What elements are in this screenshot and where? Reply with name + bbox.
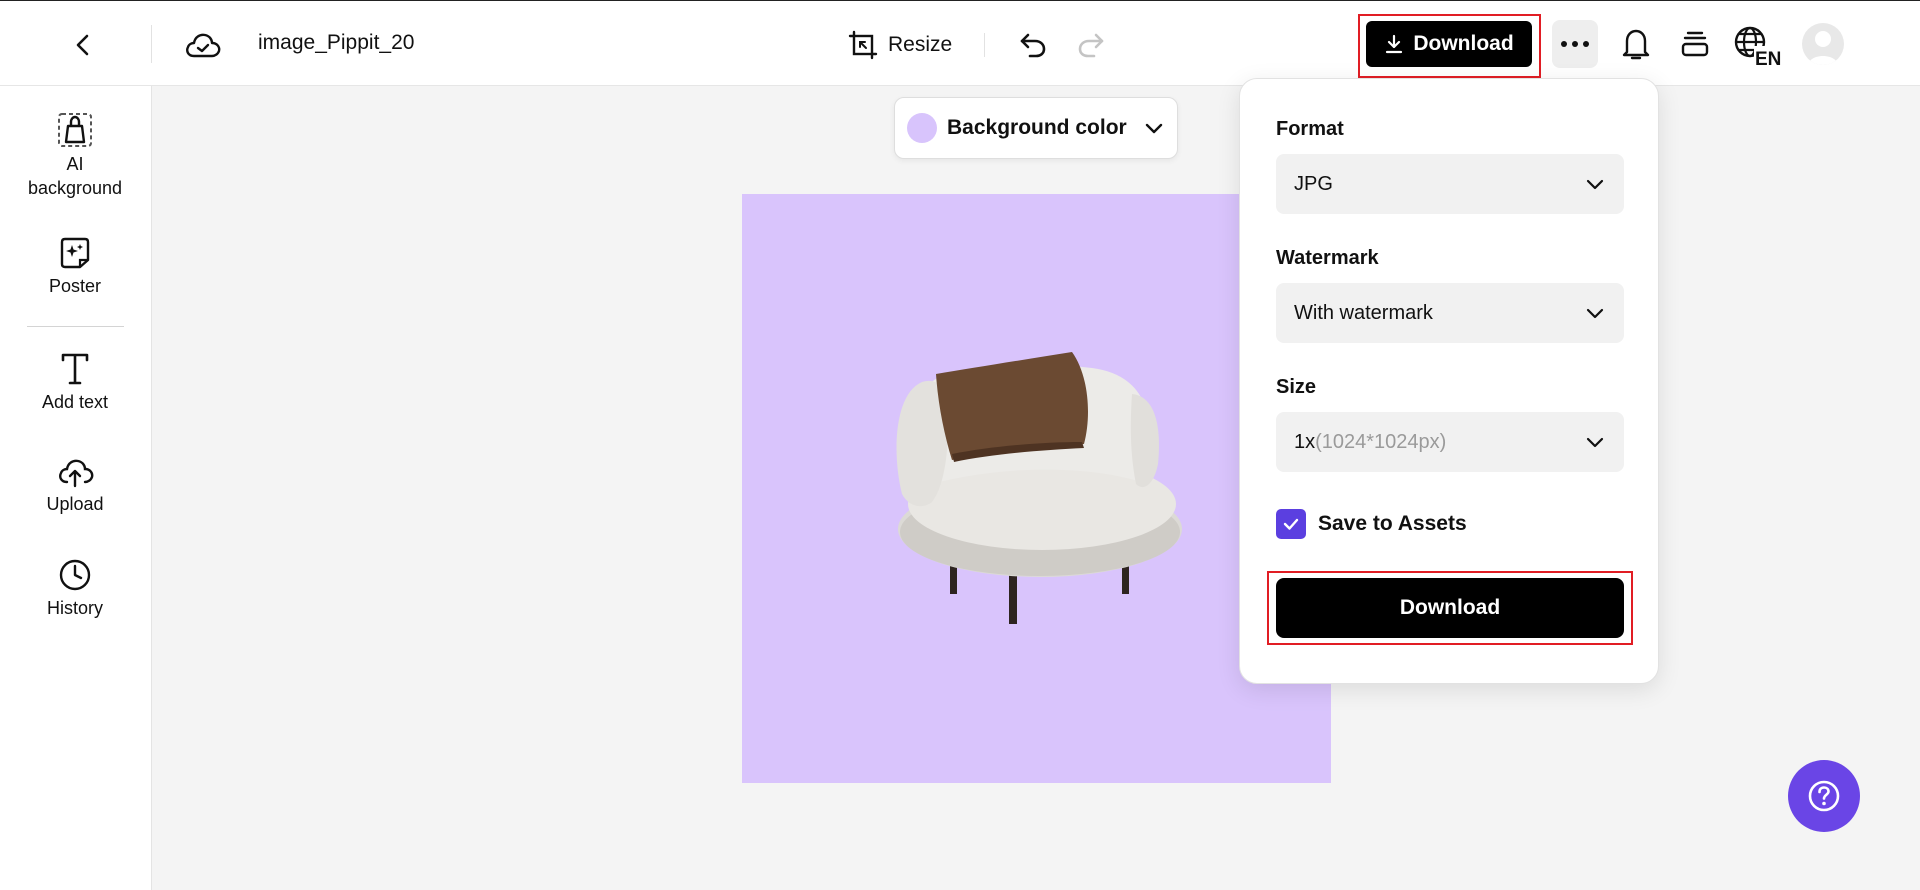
chevron-down-icon — [1586, 437, 1604, 448]
save-to-assets-checkbox[interactable] — [1276, 509, 1306, 539]
redo-icon — [1078, 33, 1104, 58]
format-value: JPG — [1294, 172, 1333, 195]
language-code: EN — [1755, 49, 1781, 68]
dot-icon — [1583, 41, 1589, 47]
left-sidebar: AI background Poster Add text Upload His… — [0, 86, 152, 890]
size-label: Size — [1276, 376, 1317, 398]
size-detail: (1024*1024px) — [1315, 430, 1447, 453]
watermark-select[interactable]: With watermark — [1276, 283, 1624, 343]
background-color-label: Background color — [947, 116, 1127, 139]
more-options-button[interactable] — [1552, 20, 1598, 68]
cloud-sync-button[interactable] — [180, 23, 226, 67]
divider — [984, 33, 985, 57]
ai-background-icon — [58, 113, 92, 147]
chevron-down-icon — [1145, 123, 1162, 134]
undo-button[interactable] — [1012, 23, 1054, 65]
sidebar-item-upload[interactable]: Upload — [0, 456, 150, 516]
watermark-label: Watermark — [1276, 247, 1379, 269]
sidebar-item-add-text[interactable]: Add text — [0, 352, 150, 414]
cloud-check-icon — [186, 33, 221, 58]
chevron-down-icon — [1586, 308, 1604, 319]
question-icon — [1808, 780, 1840, 812]
stack-icon — [1681, 31, 1709, 57]
language-button[interactable]: EN — [1732, 21, 1784, 71]
size-select[interactable]: 1x(1024*1024px) — [1276, 412, 1624, 472]
format-select[interactable]: JPG — [1276, 154, 1624, 214]
sidebar-divider — [27, 326, 124, 327]
file-name[interactable]: image_Pippit_20 — [258, 31, 416, 55]
globe-icon: EN — [1734, 26, 1784, 68]
dot-icon — [1561, 41, 1567, 47]
format-label: Format — [1276, 118, 1344, 140]
user-icon — [1808, 31, 1838, 65]
divider — [151, 25, 152, 63]
upload-icon — [59, 459, 94, 488]
redo-button[interactable] — [1070, 23, 1112, 65]
layers-button[interactable] — [1672, 21, 1718, 67]
resize-button[interactable]: Resize — [848, 25, 952, 65]
sidebar-item-ai-background[interactable]: AI background — [0, 112, 150, 200]
text-icon — [61, 353, 89, 385]
resize-icon — [848, 30, 878, 60]
poster-icon — [60, 237, 90, 269]
watermark-value: With watermark — [1294, 301, 1433, 324]
sidebar-item-label: Add text — [41, 392, 109, 412]
avatar[interactable] — [1802, 23, 1844, 65]
download-label: Download — [1413, 32, 1514, 55]
chevron-down-icon — [1586, 179, 1604, 190]
save-to-assets-option[interactable]: Save to Assets — [1276, 509, 1467, 539]
sidebar-item-label: History — [46, 598, 103, 618]
checkmark-icon — [1283, 518, 1299, 530]
help-button[interactable] — [1788, 760, 1860, 832]
sidebar-item-label: Upload — [46, 494, 104, 514]
sidebar-item-label: Poster — [48, 276, 102, 296]
undo-icon — [1020, 33, 1046, 58]
panel-download-button[interactable]: Download — [1276, 578, 1624, 638]
save-to-assets-label: Save to Assets — [1318, 512, 1467, 535]
dot-icon — [1572, 41, 1578, 47]
resize-label: Resize — [888, 33, 953, 56]
sidebar-item-label: AI background — [27, 154, 123, 198]
sidebar-item-poster[interactable]: Poster — [0, 236, 150, 298]
chevron-left-icon — [76, 34, 89, 56]
back-button[interactable] — [64, 25, 104, 65]
color-swatch — [907, 113, 937, 143]
history-icon — [59, 559, 91, 591]
bell-icon — [1622, 29, 1650, 60]
size-value: 1x — [1294, 430, 1316, 453]
background-color-dropdown[interactable]: Background color — [894, 97, 1178, 159]
download-button[interactable]: Download — [1366, 21, 1532, 67]
size-value-group: 1x(1024*1024px) — [1294, 431, 1446, 454]
top-bar: image_Pippit_20 Resize Download EN — [0, 0, 1920, 86]
download-settings-panel: Format JPG Watermark With watermark Size… — [1239, 78, 1659, 684]
notifications-button[interactable] — [1613, 21, 1659, 67]
download-icon — [1386, 34, 1403, 54]
armchair-image — [896, 352, 1182, 624]
sidebar-item-history[interactable]: History — [0, 558, 150, 620]
